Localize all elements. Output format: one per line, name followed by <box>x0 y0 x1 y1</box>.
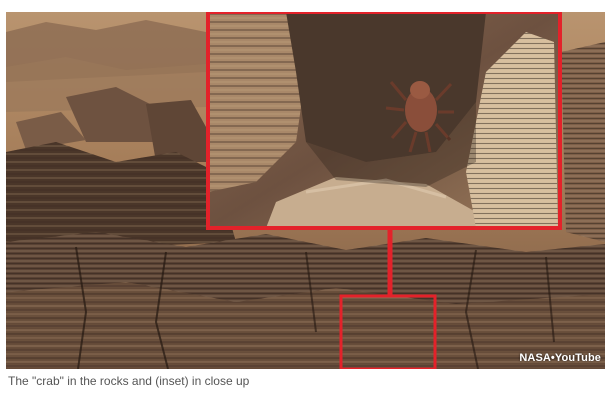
rock-photo-graphic <box>6 12 605 369</box>
image-credit: NASA•YouTube <box>519 352 601 364</box>
figure-caption: The "crab" in the rocks and (inset) in c… <box>8 374 250 388</box>
inset-closeup <box>206 12 562 230</box>
rock-photo: NASA•YouTube <box>6 12 605 369</box>
article-figure: NASA•YouTube The "crab" in the rocks and… <box>0 0 609 408</box>
